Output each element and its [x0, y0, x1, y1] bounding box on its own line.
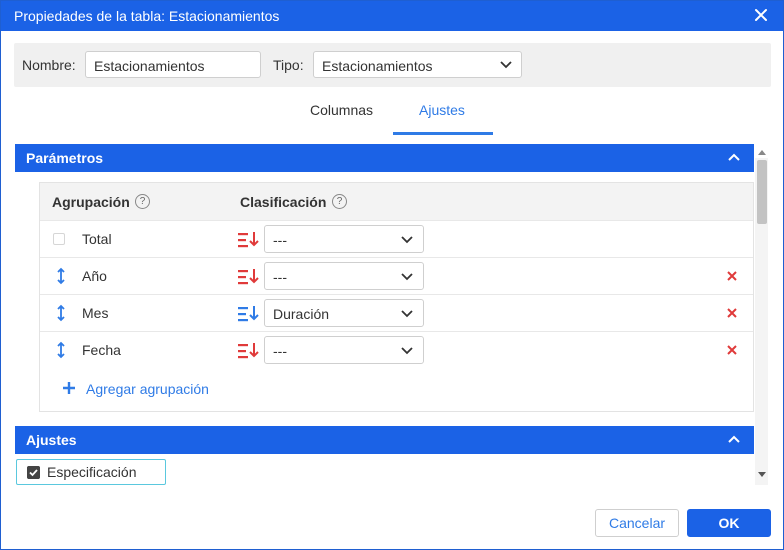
specification-label: Especificación	[47, 464, 137, 480]
scroll-down-arrow-icon[interactable]	[758, 472, 766, 478]
active-tab-indicator	[393, 132, 493, 135]
grouping-table: Agrupación ? Clasificación ? Total --- A…	[39, 182, 754, 412]
grouping-name: Fecha	[82, 342, 121, 358]
chevron-down-icon	[401, 236, 413, 244]
cancel-button[interactable]: Cancelar	[595, 509, 679, 537]
name-type-row: Nombre: Estacionamientos Tipo: Estaciona…	[14, 43, 771, 87]
table-properties-dialog: Propiedades de la tabla: Estacionamiento…	[0, 0, 784, 550]
close-icon[interactable]	[751, 5, 771, 25]
chevron-down-icon	[401, 310, 413, 318]
sort-select[interactable]: ---	[264, 262, 424, 290]
chevron-down-icon	[401, 347, 413, 355]
drag-handle-icon[interactable]	[56, 304, 66, 322]
grouping-name: Mes	[82, 305, 109, 321]
type-label: Tipo:	[273, 57, 304, 73]
grouping-header: Agrupación	[52, 194, 130, 210]
grouping-row-year: Año ---	[40, 257, 753, 294]
specification-checkbox[interactable]: Especificación	[16, 459, 166, 485]
dialog-title: Propiedades de la tabla: Estacionamiento…	[14, 8, 280, 24]
type-select[interactable]: Estacionamientos	[313, 51, 522, 78]
grouping-name: Total	[82, 231, 112, 247]
grouping-row-date: Fecha ---	[40, 331, 753, 368]
parameters-section-header[interactable]: Parámetros	[15, 144, 754, 172]
sort-value: Duración	[273, 306, 330, 322]
drag-handle-icon[interactable]	[56, 267, 66, 285]
sort-descending-red-icon[interactable]	[238, 267, 260, 286]
sorting-header: Clasificación	[240, 194, 327, 210]
ok-button[interactable]: OK	[687, 509, 771, 537]
total-checkbox[interactable]	[53, 233, 65, 245]
add-grouping-label: Agregar agrupación	[86, 381, 209, 397]
delete-icon[interactable]	[726, 270, 738, 282]
grouping-name: Año	[82, 268, 107, 284]
chevron-up-icon	[728, 153, 740, 161]
name-field[interactable]: Estacionamientos	[85, 51, 261, 78]
settings-section-title: Ajustes	[26, 432, 77, 448]
sort-descending-red-icon[interactable]	[238, 341, 260, 360]
title-bar: Propiedades de la tabla: Estacionamiento…	[1, 1, 783, 31]
grouping-help-icon[interactable]: ?	[135, 194, 150, 209]
sort-select[interactable]: Duración	[264, 299, 424, 327]
scrollbar-thumb[interactable]	[757, 160, 767, 224]
tab-columns[interactable]: Columnas	[310, 102, 373, 118]
drag-handle-icon[interactable]	[56, 341, 66, 359]
checkbox-checked-icon	[27, 466, 40, 479]
grouping-table-header: Agrupación ? Clasificación ?	[40, 183, 753, 220]
sort-select[interactable]: ---	[264, 225, 424, 253]
grouping-row-total: Total ---	[40, 220, 753, 257]
sort-select[interactable]: ---	[264, 336, 424, 364]
sort-descending-red-icon[interactable]	[238, 230, 260, 249]
chevron-down-icon	[401, 273, 413, 281]
name-value: Estacionamientos	[94, 58, 205, 74]
type-value: Estacionamientos	[322, 58, 433, 74]
tab-settings[interactable]: Ajustes	[419, 102, 465, 118]
plus-icon	[63, 382, 75, 394]
chevron-down-icon	[500, 61, 512, 69]
sort-value: ---	[273, 232, 287, 248]
delete-icon[interactable]	[726, 344, 738, 356]
scroll-up-arrow-icon[interactable]	[758, 149, 766, 155]
grouping-row-month: Mes Duración	[40, 294, 753, 331]
sort-ascending-blue-icon[interactable]	[238, 304, 260, 323]
chevron-up-icon	[728, 435, 740, 443]
sorting-help-icon[interactable]: ?	[332, 194, 347, 209]
settings-section-header[interactable]: Ajustes	[15, 426, 754, 454]
name-label: Nombre:	[22, 57, 76, 73]
parameters-section-title: Parámetros	[26, 150, 104, 166]
delete-icon[interactable]	[726, 307, 738, 319]
sort-value: ---	[273, 269, 287, 285]
sort-value: ---	[273, 343, 287, 359]
